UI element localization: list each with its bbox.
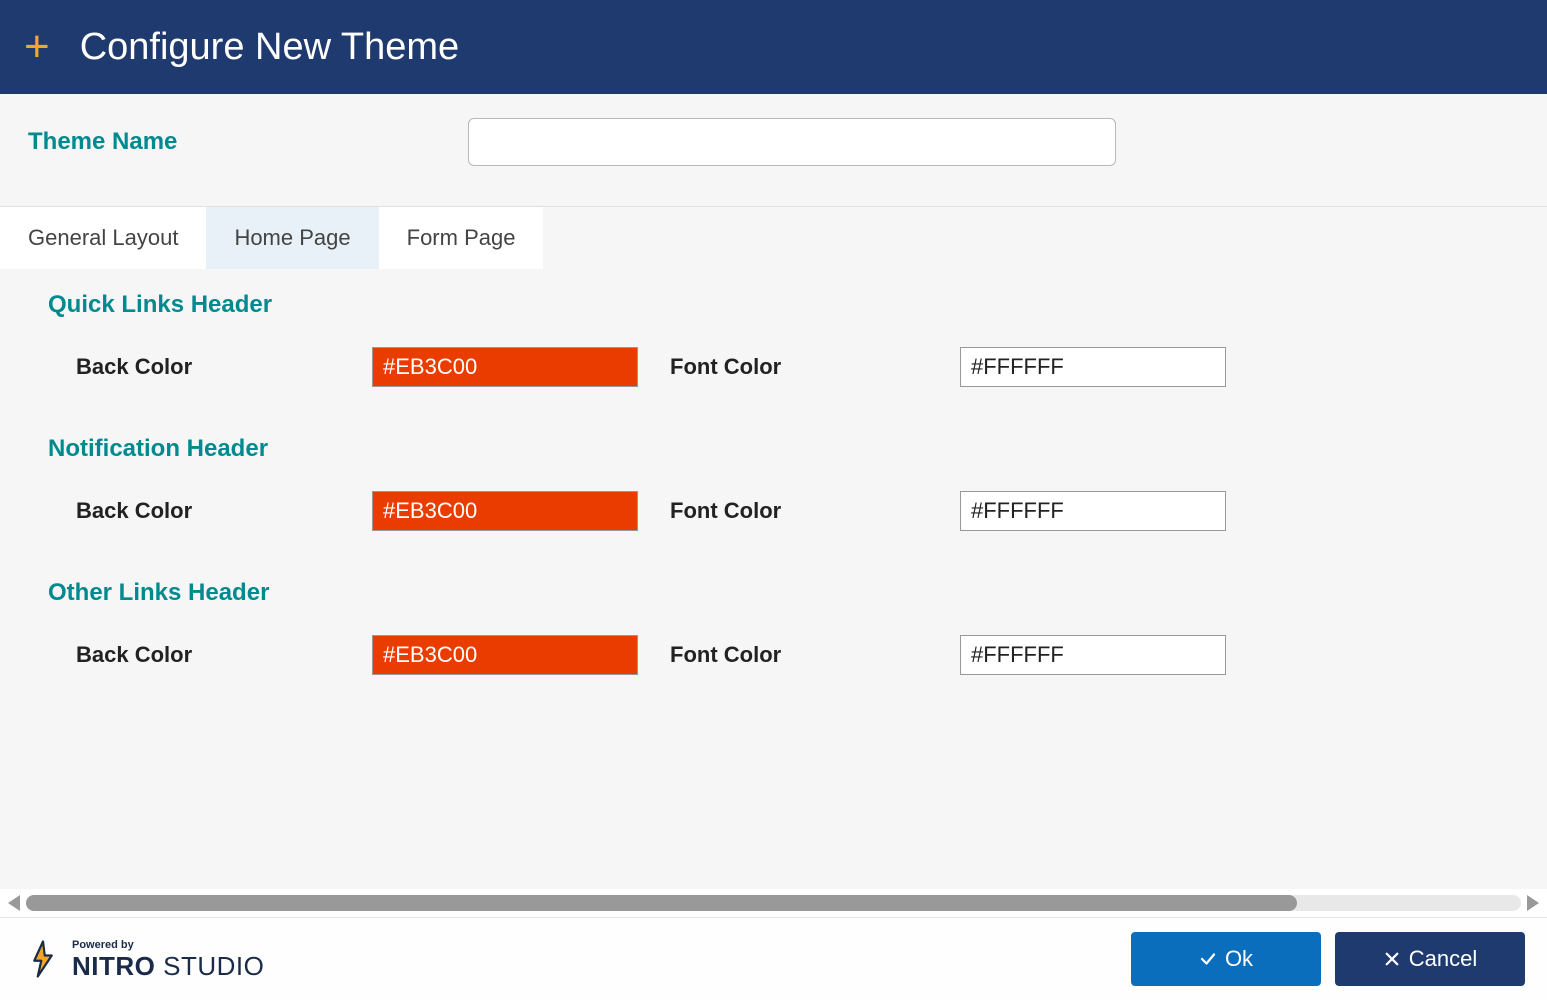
- font-color-input[interactable]: [960, 347, 1226, 387]
- font-color-input[interactable]: [960, 635, 1226, 675]
- scroll-left-icon[interactable]: [8, 895, 20, 911]
- nitro-logo-icon: [22, 938, 64, 980]
- tab-home-page[interactable]: Home Page: [206, 207, 378, 269]
- footer-buttons: Ok Cancel: [1131, 932, 1525, 986]
- back-color-label: Back Color: [76, 642, 372, 668]
- section-title: Other Links Header: [48, 579, 1499, 607]
- back-color-input[interactable]: [372, 347, 638, 387]
- logo: Powered by NITRO STUDIO: [22, 938, 264, 980]
- section-other-links-header: Other Links Header Back Color Font Color: [48, 579, 1499, 675]
- cancel-label: Cancel: [1409, 946, 1477, 972]
- theme-name-label: Theme Name: [28, 128, 468, 156]
- plus-icon: +: [24, 25, 50, 69]
- section-title: Notification Header: [48, 435, 1499, 463]
- back-color-label: Back Color: [76, 498, 372, 524]
- ok-label: Ok: [1225, 946, 1253, 972]
- font-color-input[interactable]: [960, 491, 1226, 531]
- logo-powered-by: Powered by: [72, 940, 264, 951]
- check-icon: [1199, 950, 1217, 968]
- logo-brand: NITRO STUDIO: [72, 953, 264, 979]
- tabs-bar: General Layout Home Page Form Page: [0, 207, 1547, 269]
- cancel-button[interactable]: Cancel: [1335, 932, 1525, 986]
- field-row: Back Color Font Color: [48, 347, 1499, 387]
- horizontal-scrollbar: [0, 889, 1547, 917]
- scroll-thumb[interactable]: [26, 895, 1297, 911]
- scroll-track[interactable]: [26, 895, 1521, 911]
- back-color-input[interactable]: [372, 635, 638, 675]
- section-quick-links-header: Quick Links Header Back Color Font Color: [48, 291, 1499, 387]
- scroll-right-icon[interactable]: [1527, 895, 1539, 911]
- close-icon: [1383, 950, 1401, 968]
- font-color-label: Font Color: [670, 498, 960, 524]
- logo-text: Powered by NITRO STUDIO: [72, 940, 264, 979]
- theme-name-section: Theme Name: [0, 94, 1547, 207]
- footer: Powered by NITRO STUDIO Ok Cancel: [0, 917, 1547, 1000]
- back-color-label: Back Color: [76, 354, 372, 380]
- font-color-label: Font Color: [670, 642, 960, 668]
- back-color-input[interactable]: [372, 491, 638, 531]
- section-title: Quick Links Header: [48, 291, 1499, 319]
- field-row: Back Color Font Color: [48, 491, 1499, 531]
- tab-general-layout[interactable]: General Layout: [0, 207, 206, 269]
- section-notification-header: Notification Header Back Color Font Colo…: [48, 435, 1499, 531]
- tab-content: Quick Links Header Back Color Font Color…: [0, 269, 1547, 889]
- theme-name-input[interactable]: [468, 118, 1116, 166]
- font-color-label: Font Color: [670, 354, 960, 380]
- ok-button[interactable]: Ok: [1131, 932, 1321, 986]
- field-row: Back Color Font Color: [48, 635, 1499, 675]
- tab-form-page[interactable]: Form Page: [379, 207, 544, 269]
- dialog-header: + Configure New Theme: [0, 0, 1547, 94]
- dialog-title: Configure New Theme: [80, 26, 459, 69]
